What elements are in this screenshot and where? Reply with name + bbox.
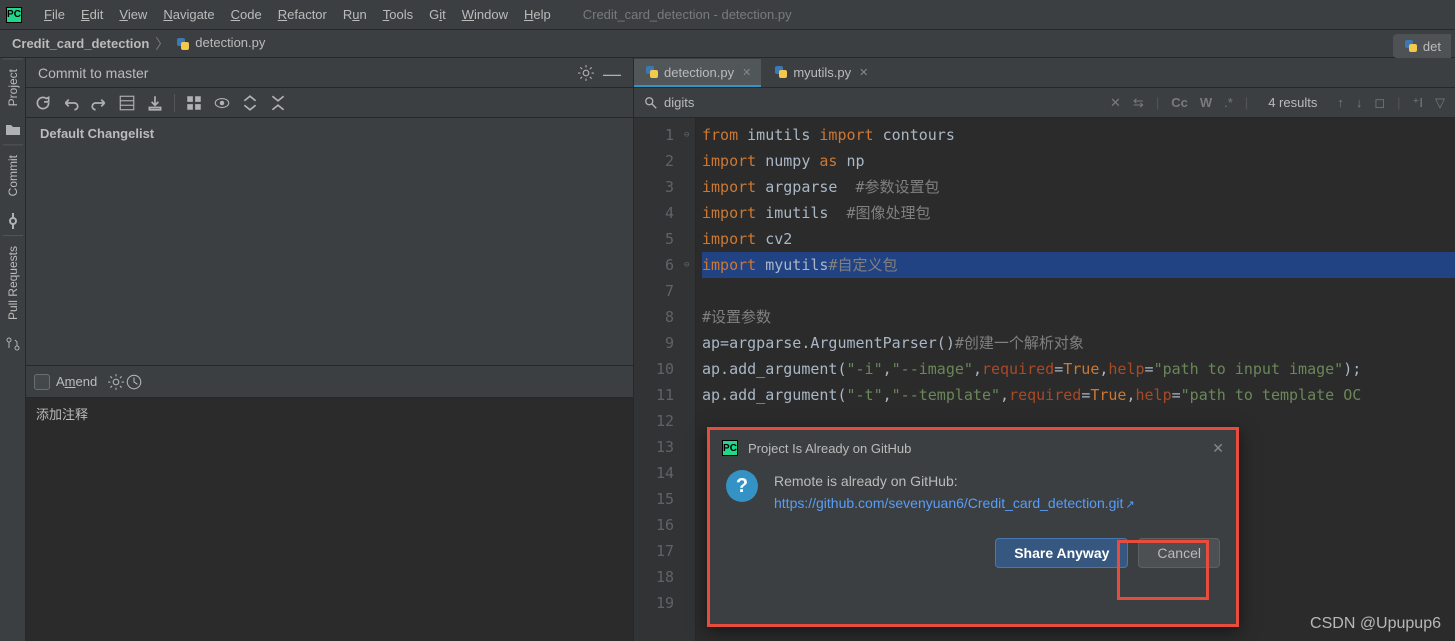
- menu-refactor[interactable]: Refactor: [270, 0, 335, 29]
- app-icon: PC: [6, 7, 22, 23]
- preview-icon[interactable]: [213, 94, 231, 112]
- refresh-icon[interactable]: [34, 94, 52, 112]
- dialog-body: ? Remote is already on GitHub: https://g…: [710, 466, 1236, 526]
- python-icon: [644, 64, 660, 80]
- search-icon: [644, 96, 658, 110]
- window-title: Credit_card_detection - detection.py: [583, 7, 792, 22]
- pin-icon[interactable]: ⇆: [1133, 95, 1144, 111]
- breadcrumb-bar: Credit_card_detection 〉 detection.py: [0, 30, 1455, 58]
- commit-panel-title: Commit to master: [38, 65, 569, 81]
- menu-view[interactable]: View: [111, 0, 155, 29]
- close-icon[interactable]: ✕: [742, 66, 751, 79]
- search-options: ✕ ⇆ | Cc W .* | 4 results ↑ ↓ ◻ | ⁺I ▽: [1110, 95, 1445, 111]
- changelist-label: Default Changelist: [40, 126, 154, 141]
- tab-detection[interactable]: detection.py ✕: [634, 59, 761, 87]
- menubar: PC File Edit View Navigate Code Refactor…: [0, 0, 1455, 30]
- filter-icon[interactable]: ▽: [1435, 95, 1445, 111]
- pull-request-icon[interactable]: [5, 336, 21, 352]
- pull-requests-tab[interactable]: Pull Requests: [3, 235, 23, 330]
- dialog-title: Project Is Already on GitHub: [748, 441, 911, 456]
- changelist-area[interactable]: Default Changelist: [26, 118, 633, 365]
- commit-toolbar: [26, 88, 633, 118]
- menu-help[interactable]: Help: [516, 0, 559, 29]
- github-dialog: PC Project Is Already on GitHub ✕ ? Remo…: [707, 427, 1239, 627]
- python-icon: [773, 64, 789, 80]
- menu-file[interactable]: File: [36, 0, 73, 29]
- breadcrumb-file[interactable]: detection.py: [175, 35, 265, 52]
- diff-icon[interactable]: [118, 94, 136, 112]
- regex-toggle[interactable]: .*: [1224, 95, 1233, 110]
- gear-icon[interactable]: [107, 373, 125, 391]
- python-icon: [1403, 38, 1419, 54]
- question-icon: ?: [726, 470, 758, 502]
- github-link[interactable]: https://github.com/sevenyuan6/Credit_car…: [774, 495, 1123, 511]
- undo-icon[interactable]: [62, 94, 80, 112]
- amend-checkbox[interactable]: [34, 374, 50, 390]
- line-gutter: 12345678910111213141516171819: [634, 118, 684, 641]
- minimize-icon[interactable]: —: [603, 64, 621, 82]
- editor-tab-bar: detection.py ✕ myutils.py ✕: [634, 58, 1455, 88]
- menu-window[interactable]: Window: [454, 0, 516, 29]
- breadcrumb-separator: 〉: [155, 34, 169, 54]
- external-link-icon: ↗: [1125, 499, 1134, 511]
- cancel-button[interactable]: Cancel: [1138, 538, 1220, 568]
- menu-code[interactable]: Code: [223, 0, 270, 29]
- dialog-titlebar: PC Project Is Already on GitHub ✕: [710, 430, 1236, 466]
- commit-panel-header: Commit to master —: [26, 58, 633, 88]
- gear-icon[interactable]: [577, 64, 595, 82]
- amend-label: Amend: [56, 374, 97, 389]
- project-tab[interactable]: Project: [3, 58, 23, 116]
- search-input[interactable]: digits: [664, 95, 1110, 110]
- clear-search-icon[interactable]: ✕: [1110, 95, 1121, 111]
- tab-myutils[interactable]: myutils.py ✕: [763, 59, 878, 87]
- dialog-buttons: Share Anyway Cancel: [710, 526, 1236, 580]
- group-icon[interactable]: [185, 94, 203, 112]
- select-all-icon[interactable]: ◻: [1374, 95, 1385, 111]
- prev-result-icon[interactable]: ↑: [1337, 95, 1344, 110]
- menu-run[interactable]: Run: [335, 0, 375, 29]
- menu-tools[interactable]: Tools: [375, 0, 421, 29]
- menu-git[interactable]: Git: [421, 0, 454, 29]
- dialog-text: Remote is already on GitHub: https://git…: [774, 470, 1135, 516]
- match-case-toggle[interactable]: Cc: [1171, 95, 1188, 110]
- commit-message-input[interactable]: 添加注释: [26, 397, 633, 641]
- collapse-icon[interactable]: [269, 94, 287, 112]
- menu-edit[interactable]: Edit: [73, 0, 111, 29]
- app-icon: PC: [722, 440, 738, 456]
- amend-row: Amend: [26, 365, 633, 397]
- right-run-config[interactable]: det: [1393, 34, 1451, 58]
- results-count: 4 results: [1268, 95, 1317, 110]
- commit-dot-icon[interactable]: [5, 213, 21, 229]
- redo-icon[interactable]: [90, 94, 108, 112]
- close-icon[interactable]: ✕: [1212, 440, 1224, 457]
- fold-column[interactable]: ⊖ ⊖: [684, 118, 696, 641]
- shelve-icon[interactable]: [146, 94, 164, 112]
- expand-icon[interactable]: [241, 94, 259, 112]
- breadcrumb-project[interactable]: Credit_card_detection: [12, 36, 149, 51]
- close-icon[interactable]: ✕: [859, 66, 868, 79]
- watermark: CSDN @Upupup6: [1310, 615, 1441, 633]
- commit-panel: Commit to master — Default Changelist Am…: [26, 58, 634, 641]
- menu-navigate[interactable]: Navigate: [155, 0, 222, 29]
- words-toggle[interactable]: W: [1200, 95, 1212, 110]
- search-bar: digits ✕ ⇆ | Cc W .* | 4 results ↑ ↓ ◻ |…: [634, 88, 1455, 118]
- folder-icon[interactable]: [5, 122, 21, 138]
- python-icon: [175, 36, 191, 52]
- commit-tab[interactable]: Commit: [3, 144, 23, 206]
- add-selection-icon[interactable]: ⁺I: [1413, 95, 1423, 111]
- next-result-icon[interactable]: ↓: [1356, 95, 1363, 110]
- share-anyway-button[interactable]: Share Anyway: [995, 538, 1128, 568]
- history-icon[interactable]: [125, 373, 143, 391]
- left-tool-strip: Project Commit Pull Requests: [0, 58, 26, 641]
- toolbar-separator: [174, 94, 175, 112]
